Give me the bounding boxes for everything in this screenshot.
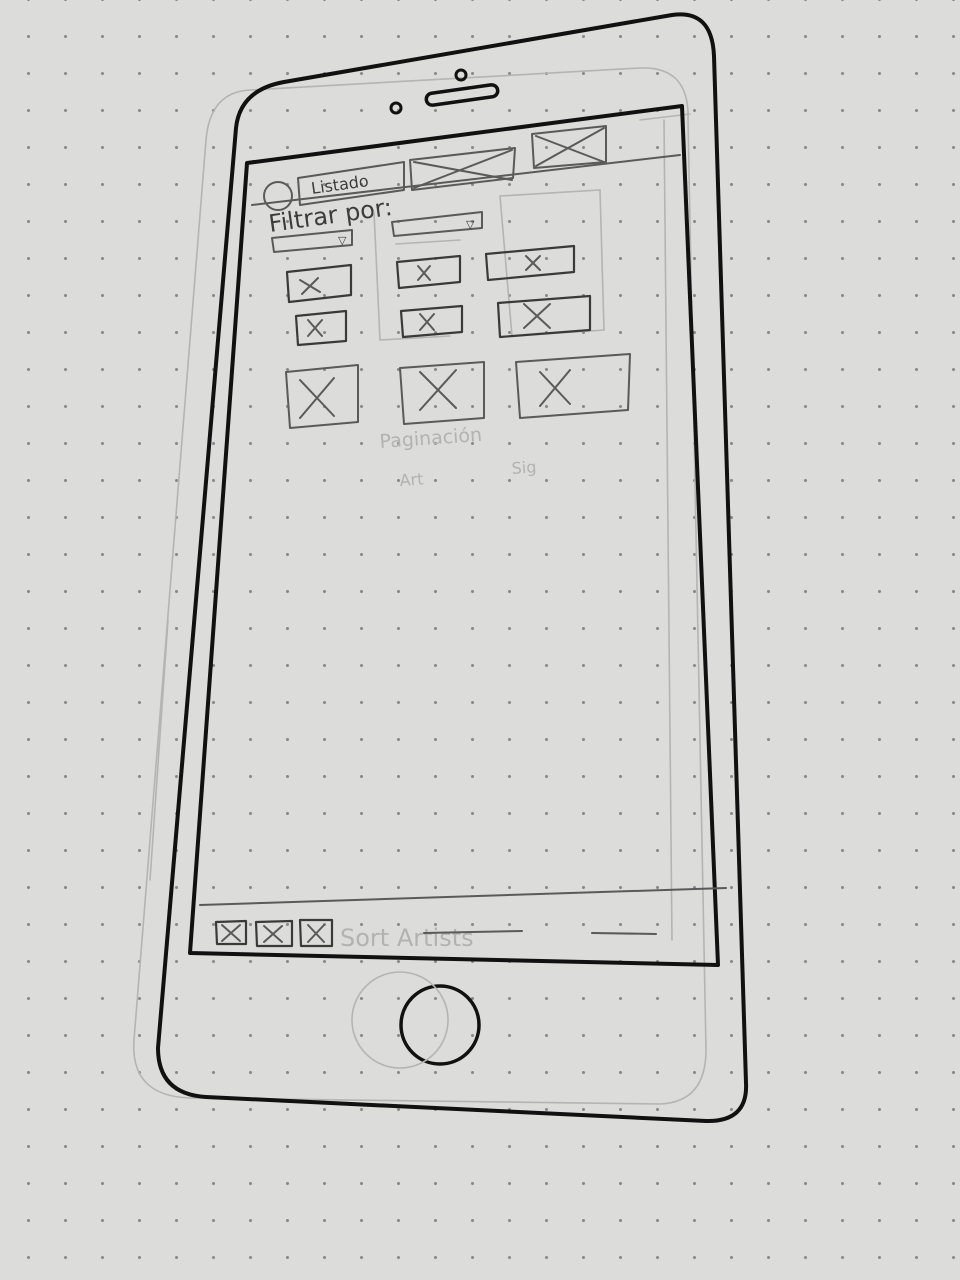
phone-sketch: Listado Filtrar por: ▽ ▽ Paginación Art …: [133, 12, 749, 1124]
image-placeholder-icon: [531, 125, 607, 169]
home-button-icon[interactable]: [351, 971, 481, 1069]
pagination-next[interactable]: Sig: [511, 457, 537, 478]
pagination-label: Paginación: [379, 424, 483, 453]
header-bar: Listado: [251, 125, 681, 211]
screen-frame: [188, 104, 720, 967]
image-placeholder-icon[interactable]: [395, 254, 462, 290]
image-placeholder-icon[interactable]: [214, 919, 248, 946]
bottom-nav: Sort Artists: [214, 918, 657, 952]
image-grid: [285, 244, 631, 429]
chevron-down-icon: ▽: [338, 234, 347, 247]
image-placeholder-icon[interactable]: [254, 919, 294, 948]
image-placeholder-icon[interactable]: [298, 918, 334, 948]
image-placeholder-icon[interactable]: [285, 364, 359, 429]
footer-label: Sort Artists: [340, 924, 474, 952]
image-placeholder-icon[interactable]: [399, 304, 464, 339]
avatar: [263, 181, 293, 211]
image-placeholder-icon[interactable]: [484, 244, 576, 282]
pagination-prev[interactable]: Art: [399, 469, 424, 490]
image-placeholder-icon[interactable]: [399, 361, 485, 425]
filter-dropdown-2[interactable]: ▽: [391, 211, 483, 237]
image-placeholder-icon[interactable]: [515, 353, 631, 419]
chevron-down-icon: ▽: [466, 218, 475, 231]
image-placeholder-icon: [409, 147, 516, 191]
image-placeholder-icon[interactable]: [294, 309, 348, 347]
image-placeholder-icon[interactable]: [285, 263, 353, 304]
footer-line: [591, 932, 657, 935]
bottom-divider: [199, 887, 727, 906]
speaker-icon: [424, 83, 500, 107]
